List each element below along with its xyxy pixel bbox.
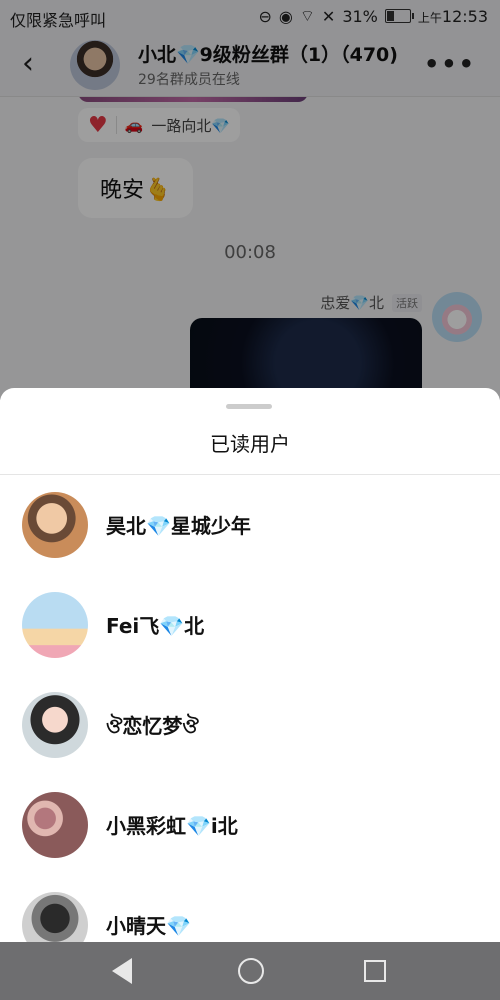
nav-home-circle-icon[interactable]: [238, 958, 264, 984]
modal-overlay[interactable]: [0, 0, 500, 400]
nav-back-triangle-icon[interactable]: [112, 958, 132, 984]
user-name: 小晴天💎: [106, 914, 191, 938]
read-users-sheet: 已读用户 昊北💎星城少年 Fei飞💎北 ঔ恋忆梦ঔ 小黑彩虹💎i北 小晴天💎: [0, 388, 500, 942]
list-item[interactable]: 昊北💎星城少年: [0, 490, 500, 590]
drag-handle[interactable]: [226, 404, 272, 409]
navigation-bar: [0, 942, 500, 1000]
user-name: ঔ恋忆梦ঔ: [106, 714, 199, 738]
avatar[interactable]: [22, 692, 88, 758]
divider: [0, 474, 500, 475]
list-item[interactable]: Fei飞💎北: [0, 590, 500, 690]
list-item[interactable]: ঔ恋忆梦ঔ: [0, 690, 500, 790]
avatar[interactable]: [22, 492, 88, 558]
list-item[interactable]: 小黑彩虹💎i北: [0, 790, 500, 890]
user-name: 小黑彩虹💎i北: [106, 814, 238, 838]
user-name: 昊北💎星城少年: [106, 514, 251, 538]
list-item[interactable]: 小晴天💎: [0, 890, 500, 942]
sheet-title: 已读用户: [210, 432, 290, 456]
user-name: Fei飞💎北: [106, 614, 205, 638]
avatar[interactable]: [22, 592, 88, 658]
nav-recents-square-icon[interactable]: [364, 960, 386, 982]
avatar[interactable]: [22, 892, 88, 942]
avatar[interactable]: [22, 792, 88, 858]
